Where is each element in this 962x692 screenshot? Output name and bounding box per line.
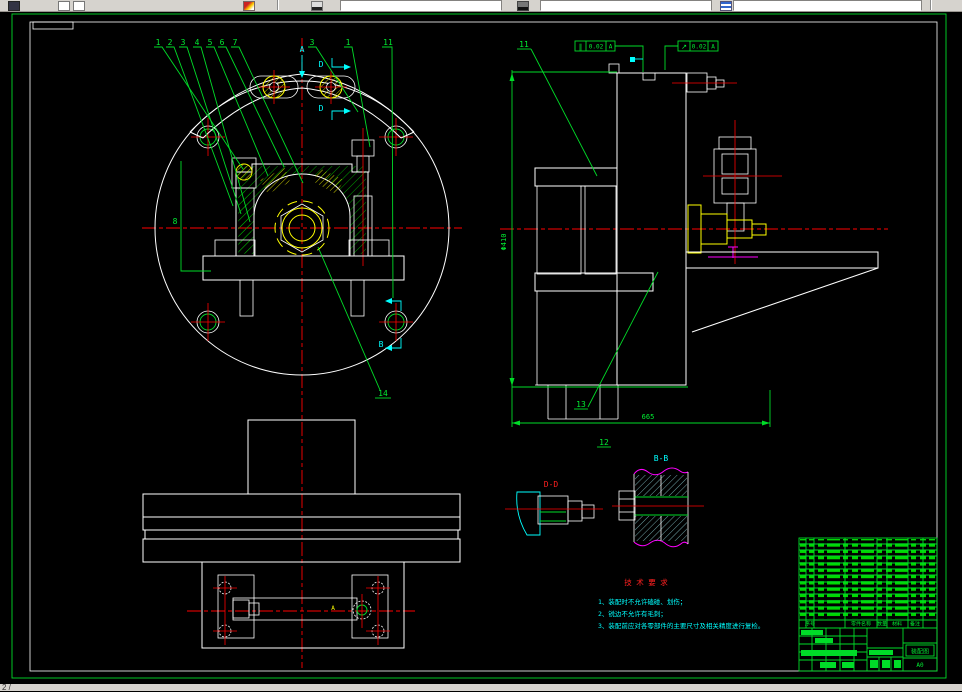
bottom-view: A: [142, 419, 461, 649]
balloon-2: 2: [168, 38, 173, 47]
bracket-bolts: [213, 576, 390, 645]
bom-header-qty: 数量: [877, 621, 887, 628]
section-balloons: 11 13 12: [517, 40, 659, 448]
centerlines: [142, 38, 888, 668]
balloon-3: 3: [181, 38, 186, 47]
balloon-13: 13: [576, 400, 586, 409]
gdt1-datum: A: [609, 44, 613, 51]
balloon-1b: 1: [346, 38, 351, 47]
view-arrow-a-label: A: [300, 45, 305, 54]
gdt2-tolerance: 0.02: [692, 44, 707, 51]
detail-bb: B-B: [612, 454, 704, 548]
linetype-combo[interactable]: [733, 0, 922, 11]
balloon-5: 5: [208, 38, 213, 47]
bolt-hole: [379, 118, 413, 156]
bom-header-note: 备注: [910, 621, 920, 628]
dim-diameter: Φ410: [500, 234, 508, 251]
top-clamp: [672, 72, 737, 93]
section-view: ∥ 0.02 A ↗ 0.02 A Φ410 665 11 13 12: [500, 40, 879, 448]
balloon-6: 6: [220, 38, 225, 47]
detail-bb-title: B-B: [654, 454, 669, 463]
layer-icon[interactable]: [311, 1, 323, 11]
pencil-icon[interactable]: [8, 1, 20, 11]
open-file-icon[interactable]: [73, 1, 85, 11]
bom-table: 序号 零件名称 数量 材料 备注: [798, 537, 938, 629]
detail-dd: D-D: [505, 480, 603, 536]
bolt-hole: [191, 303, 225, 341]
side-clamp: [703, 120, 782, 264]
mount-plate: [685, 251, 879, 333]
section-cut-b-label: B: [379, 340, 384, 349]
new-file-icon[interactable]: [58, 1, 70, 11]
balloon-3b: 3: [310, 38, 315, 47]
drawing-canvas[interactable]: 1 2 3 4 5 6 7 3 1 11 8 14 A D D B ∥ 0.02…: [0, 11, 962, 684]
section-cut-d-label: D: [319, 60, 324, 69]
dim-overall: 665: [642, 413, 655, 421]
tech-item-2: 2、锐边不允许有毛刺；: [598, 609, 667, 618]
gdt2-symbol: ↗: [681, 43, 687, 51]
bom-header-no: 序号: [805, 621, 815, 628]
title-block: 装配图 A0: [798, 627, 938, 672]
layer-combo[interactable]: [340, 0, 502, 11]
bolt-hole: [379, 303, 413, 341]
sheet-size: A0: [916, 662, 924, 669]
linetype-icon[interactable]: [720, 1, 732, 11]
balloon-4: 4: [195, 38, 200, 47]
datum-a-label: A: [331, 605, 335, 612]
color-combo[interactable]: [540, 0, 712, 11]
section-cut-d-label2: D: [319, 104, 324, 113]
redline-icon[interactable]: [243, 1, 255, 11]
detail-dd-title: D-D: [544, 480, 559, 489]
tech-item-3: 3、装配前应对各零部件的主要尺寸及相关精度进行复检。: [598, 621, 764, 630]
drawing-svg: 1 2 3 4 5 6 7 3 1 11 8 14 A D D B ∥ 0.02…: [11, 13, 947, 679]
balloon-14: 14: [378, 389, 388, 398]
balloon-11-front: 11: [383, 38, 393, 47]
gdt1-tolerance: 0.02: [589, 44, 604, 51]
color-icon[interactable]: [517, 1, 529, 11]
gdt1-symbol: ∥: [579, 43, 583, 51]
toolbar: [0, 0, 962, 12]
dimensions: Φ410 665: [500, 70, 771, 427]
tech-item-1: 1、装配时不允许磕碰、划伤；: [598, 597, 686, 606]
balloon-1: 1: [156, 38, 161, 47]
gdt2-datum: A: [711, 44, 715, 51]
balloon-11-section: 11: [519, 40, 529, 49]
balloon-7: 7: [233, 38, 238, 47]
bom-header-material: 材料: [892, 621, 902, 628]
bom-header-name: 零件名称: [851, 621, 871, 628]
balloon-8: 8: [173, 217, 178, 226]
balloon-12: 12: [599, 438, 609, 447]
front-view: 1 2 3 4 5 6 7 3 1 11 8 14 A D D B: [154, 38, 450, 399]
drawing-title: 装配图: [911, 648, 929, 656]
toolbar-separator-2: [930, 0, 932, 10]
toolbar-separator: [277, 0, 279, 10]
tech-requirements: 技 术 要 求 1、装配时不允许磕碰、划伤； 2、锐边不允许有毛刺； 3、装配前…: [598, 577, 764, 630]
gdt-frames: ∥ 0.02 A ↗ 0.02 A: [574, 40, 719, 72]
bolt-hole: [191, 118, 225, 156]
status-bar: 2 /: [0, 684, 962, 692]
tech-title: 技 术 要 求: [624, 577, 668, 587]
